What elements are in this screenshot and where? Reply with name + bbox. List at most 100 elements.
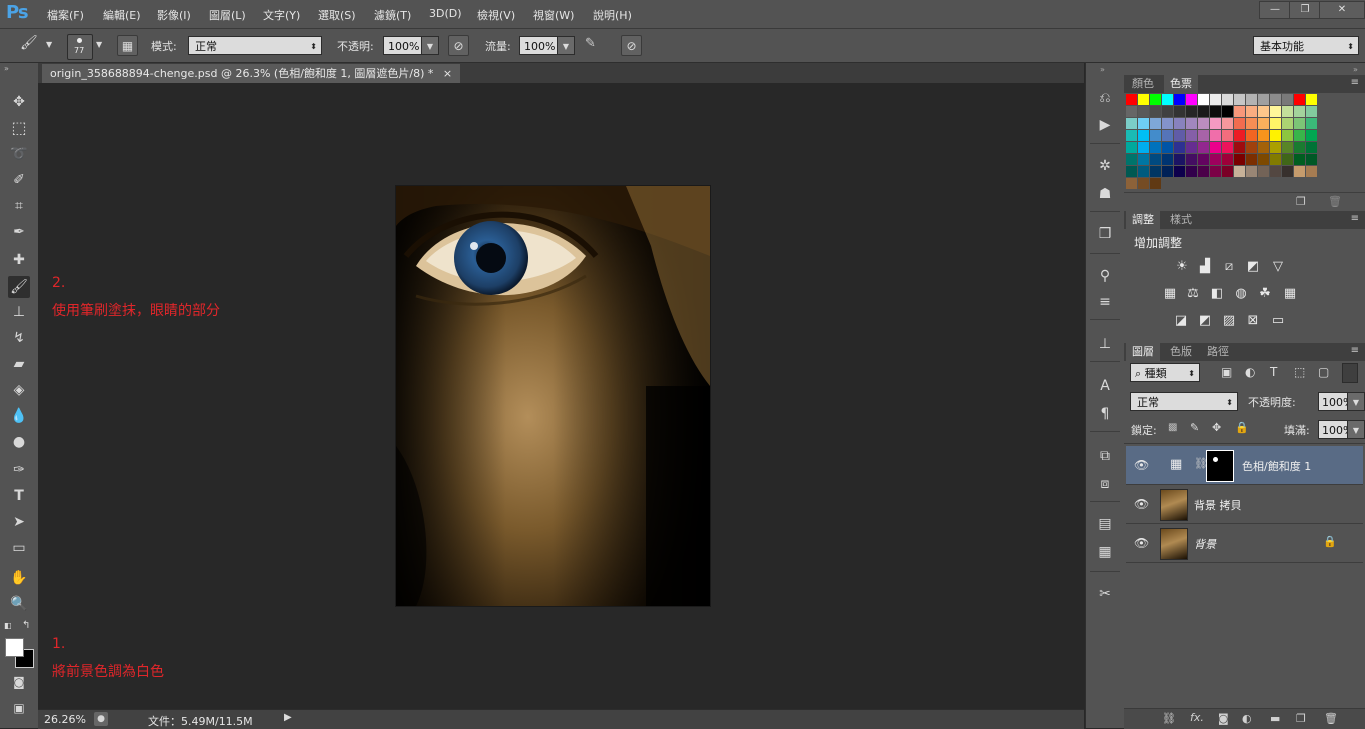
lock-all-icon[interactable]: 🔒 xyxy=(1235,421,1249,434)
color-swatch[interactable] xyxy=(1138,130,1149,141)
flow-input[interactable]: 100% xyxy=(519,36,559,55)
color-swatch[interactable] xyxy=(1198,166,1209,177)
3d-panel-icon[interactable]: ❒ xyxy=(1094,223,1116,245)
layer-row-background-copy[interactable]: 👁 背景 拷貝 xyxy=(1126,485,1363,524)
paragraph-styles-icon[interactable]: ⧈ xyxy=(1094,473,1116,495)
color-swatch[interactable] xyxy=(1186,154,1197,165)
color-swatch[interactable] xyxy=(1150,154,1161,165)
color-swatch[interactable] xyxy=(1150,118,1161,129)
quick-mask-icon[interactable]: ◙ xyxy=(8,671,30,693)
path-selection-tool-icon[interactable]: ➤ xyxy=(8,511,30,533)
add-mask-icon[interactable]: ◙ xyxy=(1218,712,1229,725)
color-swatch[interactable] xyxy=(1174,142,1185,153)
menu-image[interactable]: 影像(I) xyxy=(157,7,191,23)
color-swatch[interactable] xyxy=(1222,166,1233,177)
info-panel-icon[interactable]: ▦ xyxy=(1094,541,1116,563)
color-swatch[interactable] xyxy=(1126,154,1137,165)
collapse-arrows-icon[interactable]: » xyxy=(1353,65,1358,74)
black-white-icon[interactable]: ◧ xyxy=(1209,287,1225,301)
eye-icon[interactable]: 👁 xyxy=(1134,497,1149,511)
color-swatch[interactable] xyxy=(1126,166,1137,177)
clone-stamp-tool-icon[interactable]: ⊥ xyxy=(8,301,30,323)
lock-pixels-icon[interactable]: ✎ xyxy=(1190,421,1199,434)
document-canvas-image[interactable] xyxy=(396,186,710,606)
screen-mode-icon[interactable]: ▣ xyxy=(8,697,30,719)
menu-view[interactable]: 檢視(V) xyxy=(477,7,515,23)
color-swatch[interactable] xyxy=(1174,130,1185,141)
paragraph-panel-icon[interactable]: ¶ xyxy=(1094,403,1116,425)
status-menu-arrow-icon[interactable]: ▶ xyxy=(284,712,292,723)
color-lookup-icon[interactable]: ▦ xyxy=(1282,287,1298,301)
color-swatch[interactable] xyxy=(1222,142,1233,153)
layer-name[interactable]: 背景 拷貝 xyxy=(1194,497,1242,513)
foreground-color-swatch[interactable] xyxy=(5,638,24,657)
chevron-down-icon[interactable]: ▼ xyxy=(1347,420,1365,439)
color-swatch[interactable] xyxy=(1210,106,1221,117)
panel-menu-icon[interactable]: ≡ xyxy=(1351,345,1359,356)
color-swatch[interactable] xyxy=(1162,154,1173,165)
new-adjustment-icon[interactable]: ◐ xyxy=(1242,712,1252,725)
color-swatch[interactable] xyxy=(1270,130,1281,141)
curves-icon[interactable]: ⧄ xyxy=(1221,260,1237,274)
color-swatch[interactable] xyxy=(1282,94,1293,105)
color-swatch[interactable] xyxy=(1150,94,1161,105)
marquee-tool-icon[interactable]: ⬚ xyxy=(8,117,30,139)
blend-mode-select[interactable]: 正常 ⬍ xyxy=(1130,392,1238,411)
color-swatch[interactable] xyxy=(1294,142,1305,153)
color-swatch[interactable] xyxy=(1270,118,1281,129)
default-colors-icon[interactable]: ◧ xyxy=(4,621,12,630)
chevron-down-icon[interactable]: ▼ xyxy=(557,36,575,55)
color-swatch[interactable] xyxy=(1306,142,1317,153)
menu-select[interactable]: 選取(S) xyxy=(318,7,356,23)
color-swatch[interactable] xyxy=(1246,154,1257,165)
chevron-down-icon[interactable]: ▼ xyxy=(1347,392,1365,411)
eyedropper-tool-icon[interactable]: ✒ xyxy=(8,221,30,243)
history-brush-tool-icon[interactable]: ↯ xyxy=(8,327,30,349)
color-swatch[interactable] xyxy=(1306,154,1317,165)
new-layer-icon[interactable]: ❐ xyxy=(1296,712,1306,725)
tab-adjustments[interactable]: 調整 xyxy=(1126,211,1160,229)
color-swatch[interactable] xyxy=(1234,94,1245,105)
blur-tool-icon[interactable]: 💧 xyxy=(8,405,30,427)
exposure-icon[interactable]: ◩ xyxy=(1245,260,1261,274)
posterize-icon[interactable]: ◩ xyxy=(1197,314,1213,328)
invert-icon[interactable]: ◪ xyxy=(1173,314,1189,328)
color-swatch[interactable] xyxy=(1234,166,1245,177)
zoom-level[interactable]: 26.26% xyxy=(44,713,86,726)
menu-3d[interactable]: 3D(D) xyxy=(429,7,462,20)
airbrush-icon[interactable]: ✎ xyxy=(585,36,605,56)
menu-window[interactable]: 視窗(W) xyxy=(533,7,574,23)
color-swatch[interactable] xyxy=(1258,94,1269,105)
tab-channels[interactable]: 色版 xyxy=(1164,343,1198,361)
color-swatch[interactable] xyxy=(1222,118,1233,129)
pen-tool-icon[interactable]: ✑ xyxy=(8,459,30,481)
color-swatch[interactable] xyxy=(1162,118,1173,129)
move-tool-icon[interactable]: ✥ xyxy=(8,91,30,113)
workspace-select[interactable]: 基本功能 ⬍ xyxy=(1253,36,1359,55)
tab-paths[interactable]: 路徑 xyxy=(1201,343,1235,361)
brush-presets-icon[interactable]: ✲ xyxy=(1094,155,1116,177)
lasso-tool-icon[interactable]: ➰ xyxy=(8,143,30,165)
color-swatch[interactable] xyxy=(1198,142,1209,153)
color-swatch[interactable] xyxy=(1282,130,1293,141)
new-swatch-icon[interactable]: ❐ xyxy=(1296,195,1306,208)
pressure-opacity-icon[interactable]: ⊘ xyxy=(448,35,469,56)
chevron-down-icon[interactable]: ▼ xyxy=(96,40,102,49)
color-balance-icon[interactable]: ⚖ xyxy=(1185,287,1201,301)
color-swatch[interactable] xyxy=(1210,130,1221,141)
channel-mixer-icon[interactable]: ☘ xyxy=(1257,287,1273,301)
color-swatch[interactable] xyxy=(1162,142,1173,153)
color-swatch[interactable] xyxy=(1174,106,1185,117)
swap-colors-icon[interactable]: ↰ xyxy=(22,620,30,631)
restore-button[interactable]: ❐ xyxy=(1289,1,1321,19)
filter-pixel-icon[interactable]: ▣ xyxy=(1221,365,1232,379)
color-swatch[interactable] xyxy=(1246,130,1257,141)
opacity-input[interactable]: 100% xyxy=(383,36,423,55)
tab-styles[interactable]: 樣式 xyxy=(1164,211,1198,229)
color-swatch[interactable] xyxy=(1210,166,1221,177)
lock-position-icon[interactable]: ✥ xyxy=(1212,421,1221,434)
color-swatch[interactable] xyxy=(1294,154,1305,165)
document-tab[interactable]: origin_358688894-chenge.psd @ 26.3% (色相/… xyxy=(42,64,461,83)
color-swatch[interactable] xyxy=(1306,106,1317,117)
layer-mask-thumbnail[interactable] xyxy=(1206,450,1234,482)
